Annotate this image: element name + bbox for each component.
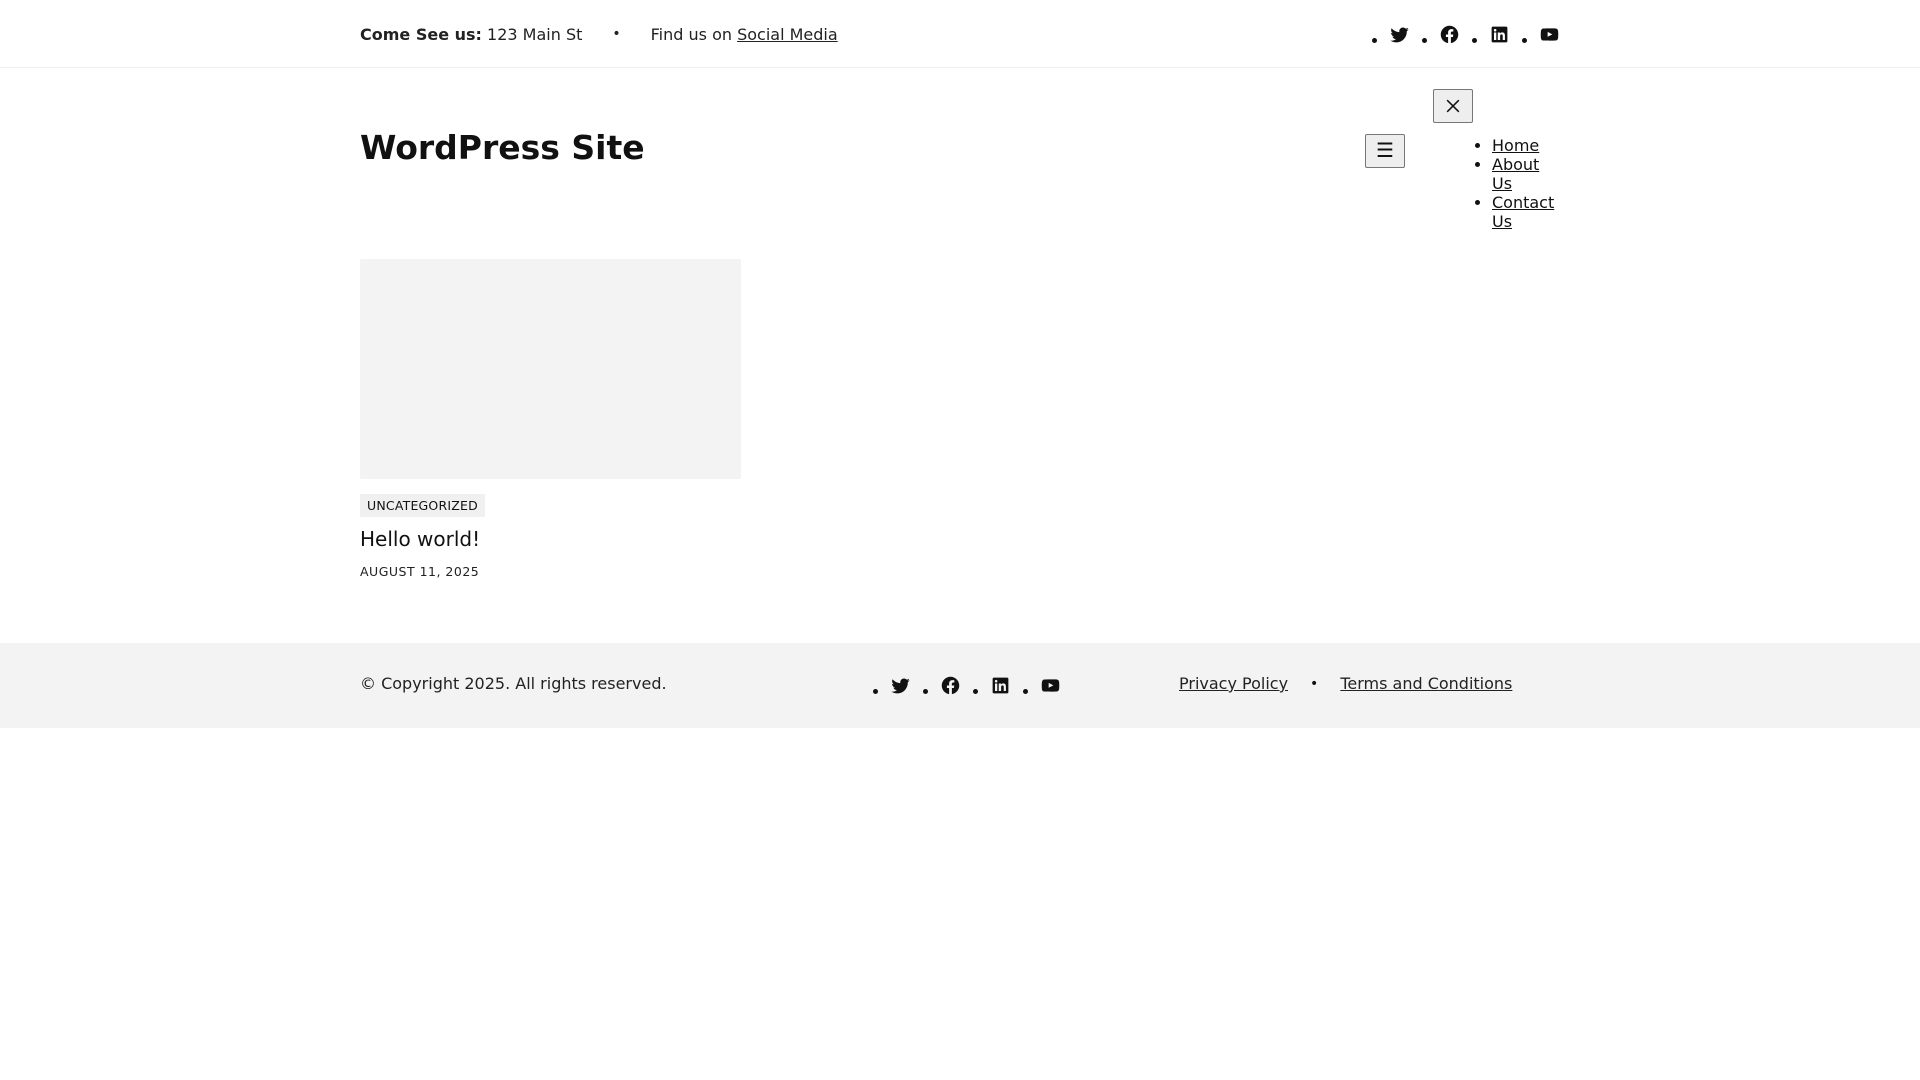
youtube-icon[interactable] xyxy=(1538,23,1560,45)
close-icon xyxy=(1446,99,1460,113)
nav-link-about[interactable]: About Us xyxy=(1492,155,1539,193)
site-title[interactable]: WordPress Site xyxy=(360,128,645,168)
linkedin-icon[interactable] xyxy=(1488,23,1510,45)
footer-links: Privacy Policy • Terms and Conditions xyxy=(1179,674,1512,693)
nav-item-contact: Contact Us xyxy=(1492,193,1560,231)
primary-nav: Home About Us Contact Us xyxy=(1472,136,1560,231)
top-bar: Come See us: 123 Main St • Find us on So… xyxy=(0,0,1920,68)
footer-social-links xyxy=(873,674,1061,696)
post-category-badge[interactable]: UNCATEGORIZED xyxy=(360,494,485,517)
nav-item-about: About Us xyxy=(1492,155,1560,193)
list-bullet xyxy=(1372,37,1377,43)
footer-copyright: © Copyright 2025. All rights reserved. xyxy=(360,674,667,693)
twitter-icon[interactable] xyxy=(889,674,911,696)
separator-dot: • xyxy=(1310,675,1319,692)
nav-item-home: Home xyxy=(1492,136,1560,155)
terms-link[interactable]: Terms and Conditions xyxy=(1340,674,1512,693)
hamburger-icon: ☰ xyxy=(1376,140,1394,162)
list-bullet xyxy=(1472,37,1477,43)
youtube-icon[interactable] xyxy=(1039,674,1061,696)
list-bullet xyxy=(1422,37,1427,43)
post-date: AUGUST 11, 2025 xyxy=(360,564,480,579)
post-thumbnail[interactable] xyxy=(360,259,741,479)
list-bullet xyxy=(1522,37,1527,43)
site-footer: © Copyright 2025. All rights reserved. P… xyxy=(0,643,1920,728)
header-social-links xyxy=(1372,23,1560,45)
address-value: 123 Main St xyxy=(487,24,583,44)
list-bullet xyxy=(973,688,978,694)
social-media-link[interactable]: Social Media xyxy=(737,25,838,44)
twitter-icon[interactable] xyxy=(1388,23,1410,45)
list-bullet xyxy=(1023,688,1028,694)
social-prefix: Find us on xyxy=(650,24,732,44)
post-card: UNCATEGORIZED Hello world! AUGUST 11, 20… xyxy=(360,259,741,579)
separator-dot: • xyxy=(612,26,621,42)
list-bullet xyxy=(873,688,878,694)
nav-link-home[interactable]: Home xyxy=(1492,136,1539,155)
linkedin-icon[interactable] xyxy=(989,674,1011,696)
address-label: Come See us: xyxy=(360,24,482,44)
menu-open-button[interactable]: ☰ xyxy=(1365,134,1405,168)
facebook-icon[interactable] xyxy=(1438,23,1460,45)
top-bar-inner: Come See us: 123 Main St • Find us on So… xyxy=(360,0,1560,68)
privacy-policy-link[interactable]: Privacy Policy xyxy=(1179,674,1288,693)
site-header: WordPress Site ☰ Home About Us Contact U… xyxy=(360,68,1560,231)
facebook-icon[interactable] xyxy=(939,674,961,696)
top-bar-info: Come See us: 123 Main St • Find us on So… xyxy=(360,25,838,44)
nav-link-contact[interactable]: Contact Us xyxy=(1492,193,1554,231)
post-title[interactable]: Hello world! xyxy=(360,527,741,551)
list-bullet xyxy=(923,688,928,694)
menu-close-button[interactable] xyxy=(1433,89,1473,123)
